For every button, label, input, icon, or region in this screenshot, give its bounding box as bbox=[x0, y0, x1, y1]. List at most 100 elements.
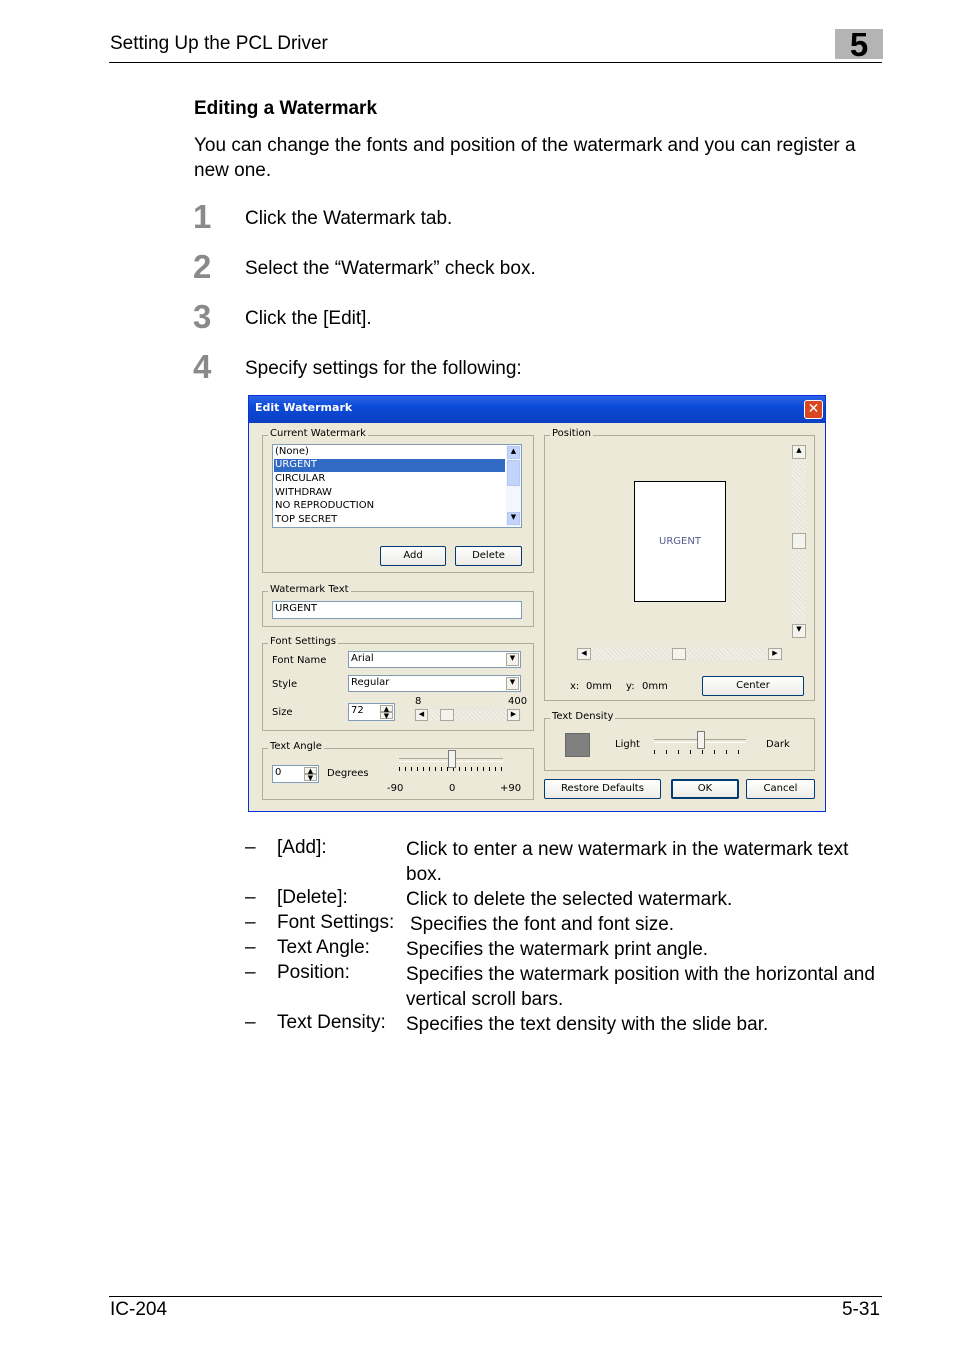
bullet-description: Specifies the font and font size. bbox=[410, 914, 675, 935]
scroll-thumb[interactable] bbox=[672, 648, 686, 660]
bullet-description: Click to delete the selected watermark. bbox=[406, 889, 733, 910]
dropdown-arrow-icon[interactable]: ▼ bbox=[506, 653, 519, 666]
angle-slider-thumb[interactable] bbox=[448, 750, 456, 768]
y-label: y: bbox=[626, 681, 635, 692]
style-value: Regular bbox=[351, 677, 390, 688]
scroll-thumb[interactable] bbox=[792, 533, 806, 549]
size-spinbox[interactable]: 72 ▲ ▼ bbox=[348, 703, 395, 721]
spin-up-icon[interactable]: ▲ bbox=[304, 767, 317, 775]
restore-defaults-button[interactable]: Restore Defaults bbox=[544, 779, 661, 799]
bullet-dash: – bbox=[245, 837, 256, 858]
angle-min-label: -90 bbox=[387, 783, 404, 794]
cancel-button[interactable]: Cancel bbox=[746, 779, 815, 799]
font-name-select[interactable]: Arial ▼ bbox=[348, 651, 521, 668]
bullet-term: [Add]: bbox=[277, 837, 327, 858]
angle-spinbox[interactable]: 0 ▲ ▼ bbox=[272, 765, 319, 783]
header-rule bbox=[109, 62, 882, 63]
watermark-text-label: Watermark Text bbox=[268, 584, 351, 595]
spin-down-icon[interactable]: ▼ bbox=[380, 712, 393, 720]
bullet-dash: – bbox=[245, 962, 256, 983]
font-settings-label: Font Settings bbox=[268, 636, 338, 647]
step-text: Specify settings for the following: bbox=[245, 358, 522, 379]
intro-paragraph: You can change the fonts and position of… bbox=[194, 135, 856, 181]
size-value: 72 bbox=[351, 705, 364, 716]
bullet-dash: – bbox=[245, 887, 256, 908]
angle-mid-label: 0 bbox=[449, 783, 456, 794]
ok-button[interactable]: OK bbox=[671, 779, 739, 799]
bullet-description: Specifies the watermark print angle. bbox=[406, 939, 709, 960]
style-label: Style bbox=[272, 679, 298, 690]
footer-model: IC-204 bbox=[110, 1299, 168, 1320]
x-label: x: bbox=[570, 681, 580, 692]
section-title: Editing a Watermark bbox=[194, 98, 378, 119]
scroll-up-icon[interactable]: ▲ bbox=[507, 446, 520, 459]
vertical-position-scrollbar[interactable]: ▲ ▼ bbox=[792, 445, 806, 638]
add-button[interactable]: Add bbox=[380, 546, 446, 566]
bullet-dash: – bbox=[245, 937, 256, 958]
page-preview: URGENT bbox=[634, 481, 726, 602]
degrees-label: Degrees bbox=[327, 768, 369, 779]
density-slider-ticks bbox=[654, 750, 746, 754]
angle-max-label: +90 bbox=[500, 783, 522, 794]
preview-watermark-text: URGENT bbox=[659, 536, 701, 547]
running-header: Setting Up the PCL Driver bbox=[110, 33, 328, 54]
density-light-label: Light bbox=[615, 739, 640, 750]
bullet-term: [Delete]: bbox=[277, 887, 348, 908]
list-item[interactable]: CIRCULAR bbox=[275, 473, 325, 484]
scroll-down-icon[interactable]: ▼ bbox=[507, 512, 520, 525]
text-angle-label: Text Angle bbox=[268, 741, 324, 752]
bullet-term: Text Density: bbox=[277, 1012, 386, 1033]
size-min-label: 8 bbox=[415, 696, 422, 707]
bullet-description: Specifies the watermark position with th… bbox=[406, 964, 875, 1010]
scroll-thumb[interactable] bbox=[440, 709, 454, 721]
footer-rule bbox=[109, 1296, 882, 1297]
step-number: 3 bbox=[193, 298, 212, 335]
close-icon[interactable]: ✕ bbox=[804, 400, 823, 419]
bullet-dash: – bbox=[245, 912, 256, 933]
scroll-down-icon[interactable]: ▼ bbox=[792, 624, 806, 638]
list-item[interactable]: TOP SECRET bbox=[275, 514, 337, 525]
current-watermark-label: Current Watermark bbox=[268, 428, 368, 439]
list-scrollbar[interactable]: ▲ ▼ bbox=[506, 445, 521, 527]
watermark-text-input[interactable]: URGENT bbox=[272, 601, 522, 619]
scroll-thumb[interactable] bbox=[507, 460, 520, 486]
angle-value: 0 bbox=[275, 767, 282, 778]
dropdown-arrow-icon[interactable]: ▼ bbox=[506, 677, 519, 690]
scroll-right-icon[interactable]: ▶ bbox=[507, 709, 520, 721]
list-item[interactable]: WITHDRAW bbox=[275, 487, 332, 498]
bullet-description: Click to enter a new watermark in the wa… bbox=[406, 839, 849, 885]
step-number: 1 bbox=[193, 198, 212, 235]
spin-down-icon[interactable]: ▼ bbox=[304, 774, 317, 782]
font-name-value: Arial bbox=[351, 653, 374, 664]
size-scrollbar[interactable]: ◀ ▶ bbox=[414, 708, 521, 722]
style-select[interactable]: Regular ▼ bbox=[348, 675, 521, 692]
spin-up-icon[interactable]: ▲ bbox=[380, 705, 393, 713]
list-item-selected[interactable]: URGENT bbox=[274, 459, 505, 472]
font-name-label: Font Name bbox=[272, 655, 327, 666]
text-density-label: Text Density bbox=[550, 711, 616, 722]
y-value: 0mm bbox=[642, 681, 668, 692]
scroll-right-icon[interactable]: ▶ bbox=[768, 648, 782, 660]
scroll-up-icon[interactable]: ▲ bbox=[792, 445, 806, 459]
footer-page-number: 5-31 bbox=[841, 1299, 880, 1320]
density-dark-label: Dark bbox=[766, 739, 790, 750]
density-swatch bbox=[565, 733, 590, 757]
step-text: Click the Watermark tab. bbox=[245, 208, 453, 229]
chapter-number: 5 bbox=[849, 26, 869, 63]
center-button[interactable]: Center bbox=[702, 676, 804, 696]
step-text: Select the “Watermark” check box. bbox=[245, 258, 536, 279]
watermark-list[interactable]: (None) URGENT CIRCULAR WITHDRAW NO REPRO… bbox=[272, 444, 522, 528]
delete-button[interactable]: Delete bbox=[455, 546, 522, 566]
bullet-description: Specifies the text density with the slid… bbox=[406, 1014, 769, 1035]
bullet-term: Font Settings: bbox=[277, 912, 395, 933]
bullet-term: Text Angle: bbox=[277, 937, 370, 958]
edit-watermark-dialog: Edit Watermark ✕ Current Watermark (None… bbox=[248, 395, 826, 812]
list-item[interactable]: NO REPRODUCTION bbox=[275, 500, 374, 511]
horizontal-position-scrollbar[interactable]: ◀ ▶ bbox=[576, 647, 783, 661]
size-label: Size bbox=[272, 707, 293, 718]
density-slider-thumb[interactable] bbox=[697, 731, 705, 749]
step-text: Click the [Edit]. bbox=[245, 308, 372, 329]
scroll-left-icon[interactable]: ◀ bbox=[577, 648, 591, 660]
list-item[interactable]: (None) bbox=[275, 446, 309, 457]
scroll-left-icon[interactable]: ◀ bbox=[415, 709, 428, 721]
